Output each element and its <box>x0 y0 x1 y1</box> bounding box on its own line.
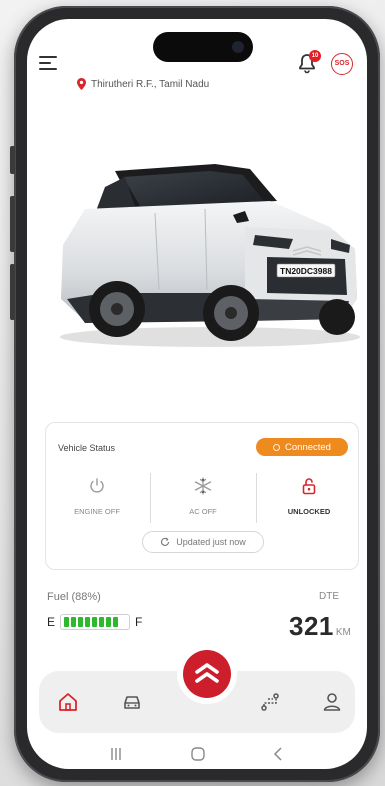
location-text: Thirutheri R.F., Tamil Nadu <box>91 78 210 90</box>
ac-label: AC OFF <box>189 507 217 516</box>
notification-badge: 10 <box>309 50 321 62</box>
fuel-gauge-segment <box>85 617 91 627</box>
center-action-button[interactable] <box>177 644 237 704</box>
home-icon[interactable] <box>57 691 79 713</box>
divider <box>150 473 151 523</box>
home-button-icon[interactable] <box>190 746 206 762</box>
dynamic-island <box>153 32 253 62</box>
fuel-gauge-segment <box>64 617 70 627</box>
profile-icon[interactable] <box>321 691 343 713</box>
mute-switch <box>10 146 15 174</box>
route-icon[interactable] <box>259 691 281 713</box>
dte-unit: KM <box>335 627 351 638</box>
fuel-gauge-segment <box>92 617 98 627</box>
fuel-gauge <box>60 614 131 630</box>
snowflake-icon <box>194 477 212 495</box>
sos-button[interactable]: SOS <box>331 53 353 75</box>
vehicle-status-title: Vehicle Status <box>58 443 116 453</box>
dte-number: 321 <box>289 611 334 641</box>
lock-control[interactable]: UNLOCKED <box>258 473 360 523</box>
location-row[interactable]: Thirutheri R.F., Tamil Nadu <box>77 78 209 90</box>
volume-down-button <box>10 264 15 320</box>
menu-icon[interactable] <box>39 56 57 70</box>
ac-control[interactable]: AC OFF <box>152 473 254 523</box>
connected-badge: Connected <box>256 438 348 456</box>
unlock-icon <box>302 478 316 495</box>
fuel-empty-label: E <box>47 615 56 629</box>
license-plate: TN20DC3988 <box>280 266 332 276</box>
engine-label: ENGINE OFF <box>74 507 120 516</box>
citroen-logo-icon <box>195 663 219 683</box>
dte-label: DTE <box>319 591 339 602</box>
fuel-gauge-segment <box>106 617 112 627</box>
back-icon[interactable] <box>272 746 284 762</box>
app-screen: 10 SOS Thirutheri R.F., Tamil Nadu TN20D… <box>27 19 367 769</box>
fuel-full-label: F <box>135 615 143 629</box>
connection-icon <box>273 443 281 451</box>
recent-apps-icon[interactable] <box>109 746 123 762</box>
dte-value: 321 KM <box>289 611 351 642</box>
power-icon <box>90 478 104 493</box>
volume-up-button <box>10 196 15 252</box>
phone-frame: 10 SOS Thirutheri R.F., Tamil Nadu TN20D… <box>10 6 380 782</box>
refresh-icon <box>161 537 170 546</box>
fuel-label: Fuel (88%) <box>47 591 101 603</box>
updated-text: Updated just now <box>176 537 246 547</box>
fuel-gauge-segment <box>71 617 77 627</box>
fuel-gauge-segment <box>78 617 84 627</box>
car-icon[interactable] <box>121 691 143 713</box>
vehicle-status-card: Vehicle Status Connected ENGINE OFF AC O… <box>45 422 359 570</box>
fuel-gauge-segment <box>113 617 119 627</box>
car-image: TN20DC3988 <box>60 164 360 347</box>
location-pin-icon <box>77 78 86 90</box>
divider <box>256 473 257 523</box>
refresh-status-button[interactable]: Updated just now <box>142 531 264 553</box>
system-nav-bar <box>27 741 367 769</box>
lock-label: UNLOCKED <box>287 507 331 516</box>
connected-label: Connected <box>285 441 331 453</box>
engine-control[interactable]: ENGINE OFF <box>46 473 148 523</box>
fuel-gauge-segment <box>99 617 105 627</box>
fuel-gauge-row: E F <box>47 614 142 630</box>
